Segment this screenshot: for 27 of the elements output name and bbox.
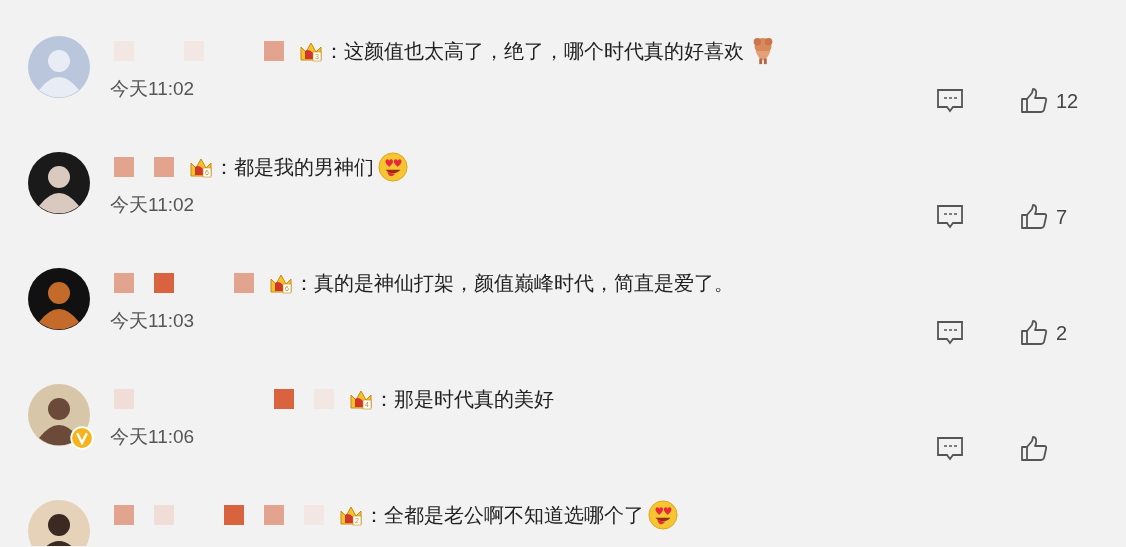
reply-icon[interactable] — [936, 436, 964, 462]
timestamp: 今天11:02 — [110, 77, 196, 101]
comment-text: ：全都是老公啊不知道选哪个了 — [364, 502, 644, 528]
avatar-icon[interactable] — [28, 268, 90, 330]
reply-icon[interactable] — [936, 204, 964, 230]
avatar-icon[interactable] — [28, 384, 90, 446]
reply-icon[interactable] — [936, 320, 964, 346]
heart-eyes-emoji-icon — [378, 152, 408, 182]
comment-text: ：都是我的男神们 — [214, 154, 374, 180]
thumbs-up-icon — [1020, 436, 1048, 462]
heart-eyes-emoji-icon — [648, 500, 678, 530]
comment-text: ：真的是神仙打架，颜值巅峰时代，简直是爱了。 — [294, 270, 734, 296]
avatar-icon[interactable] — [28, 152, 90, 214]
like-button[interactable]: 2 — [1020, 320, 1068, 346]
thumbs-up-icon — [1020, 320, 1048, 346]
thumbs-up-icon — [1020, 204, 1048, 230]
timestamp: 今天11:03 — [110, 309, 196, 333]
timestamp: 今天11:06 — [110, 425, 196, 449]
comment-text: ：这颜值也太高了，绝了，哪个时代真的好喜欢 — [324, 38, 744, 64]
like-button[interactable]: 7 — [1020, 204, 1068, 230]
timestamp: 今天11:02 — [110, 193, 196, 217]
avatar-icon[interactable] — [28, 500, 90, 546]
reply-icon[interactable] — [936, 88, 964, 114]
thumbs-up-icon — [1020, 88, 1048, 114]
like-button[interactable] — [1020, 436, 1048, 462]
comment-text: ：那是时代真的美好 — [374, 386, 554, 412]
like-button[interactable]: 12 — [1020, 88, 1079, 114]
